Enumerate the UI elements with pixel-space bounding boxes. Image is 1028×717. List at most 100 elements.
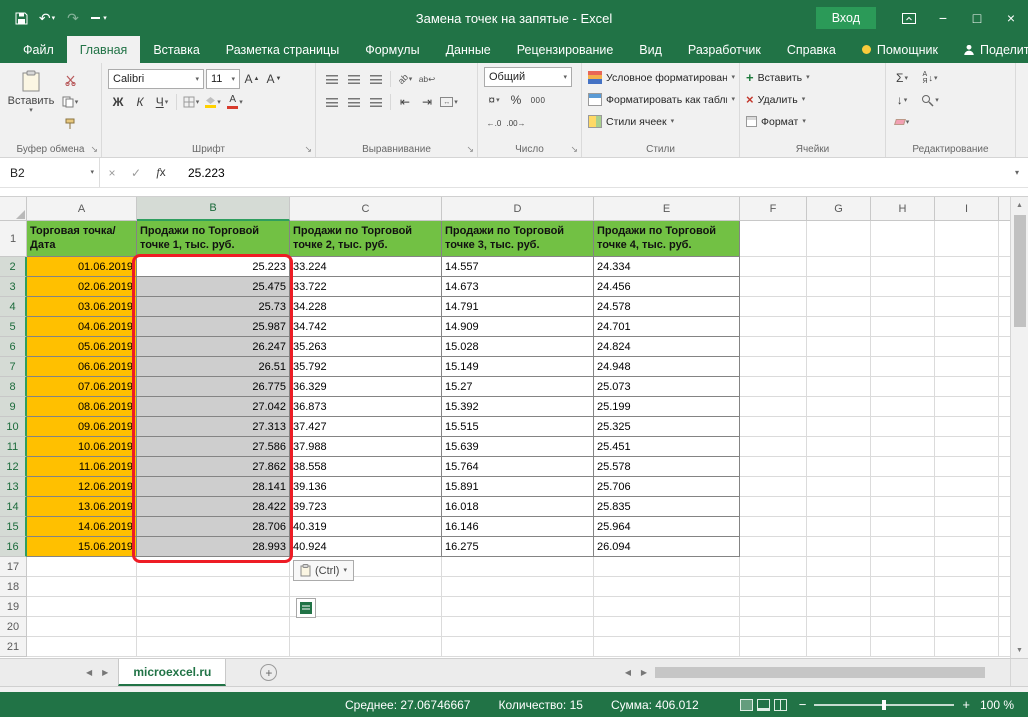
scroll-right-icon[interactable]: ▶ [636,668,652,677]
font-color-button[interactable]: А▾ [225,92,245,112]
cell-C14[interactable]: 39.723 [290,497,442,517]
cell-D9[interactable]: 15.392 [442,397,594,417]
clear-button[interactable]: ▾ [892,112,912,132]
name-box[interactable]: B2 ▾ [0,158,100,187]
insert-cells-button[interactable]: + Вставить ▾ [746,67,881,88]
cell-H6[interactable] [871,337,935,357]
cell-D16[interactable]: 16.275 [442,537,594,557]
cell-G10[interactable] [807,417,871,437]
format-as-table-button[interactable]: Форматировать как таблицу ▾ [588,89,735,110]
align-middle-button[interactable] [344,69,364,89]
row-header-8[interactable]: 8 [0,377,27,397]
cell-D21[interactable] [442,637,594,657]
row-header-12[interactable]: 12 [0,457,27,477]
cell-F8[interactable] [740,377,807,397]
cell-E1[interactable]: Продажи по Торговой точке 4, тыс. руб. [594,221,740,257]
cell-B13[interactable]: 28.141 [137,477,290,497]
cell-F4[interactable] [740,297,807,317]
cell-B18[interactable] [137,577,290,597]
cell-D12[interactable]: 15.764 [442,457,594,477]
currency-format-button[interactable]: ¤▾ [484,90,504,110]
cell-G5[interactable] [807,317,871,337]
cell-F12[interactable] [740,457,807,477]
row-header-14[interactable]: 14 [0,497,27,517]
cell-H19[interactable] [871,597,935,617]
cell-B14[interactable]: 28.422 [137,497,290,517]
cell-H9[interactable] [871,397,935,417]
ribbon-tab-developer[interactable]: Разработчик [675,36,774,63]
cell-C15[interactable]: 40.319 [290,517,442,537]
cell-F11[interactable] [740,437,807,457]
cell-G12[interactable] [807,457,871,477]
sort-filter-button[interactable]: АЯ↓▾ [920,68,940,88]
cell-F18[interactable] [740,577,807,597]
ribbon-tab-view[interactable]: Вид [626,36,675,63]
cell-H3[interactable] [871,277,935,297]
cell-B15[interactable]: 28.706 [137,517,290,537]
cell-E9[interactable]: 25.199 [594,397,740,417]
increase-decimal-button[interactable]: ←.0 [484,113,504,133]
orientation-button[interactable]: ab▾ [395,69,415,89]
cell-F15[interactable] [740,517,807,537]
cell-A10[interactable]: 09.06.2019 [27,417,137,437]
cell-E18[interactable] [594,577,740,597]
cell-E14[interactable]: 25.835 [594,497,740,517]
prev-sheet-icon[interactable]: ◀ [86,668,92,677]
redo-button[interactable]: ↷ [60,5,86,31]
cell-C20[interactable] [290,617,442,637]
cell-I10[interactable] [935,417,999,437]
ribbon-tab-file[interactable]: Файл [10,36,67,63]
row-header-19[interactable]: 19 [0,597,27,617]
cell-G7[interactable] [807,357,871,377]
ribbon-tab-insert[interactable]: Вставка [140,36,212,63]
enter-icon[interactable]: ✓ [124,166,148,180]
cell-E13[interactable]: 25.706 [594,477,740,497]
cell-I6[interactable] [935,337,999,357]
cell-H5[interactable] [871,317,935,337]
select-all-button[interactable] [0,197,27,221]
cell-H15[interactable] [871,517,935,537]
next-sheet-icon[interactable]: ▶ [102,668,108,677]
cell-G19[interactable] [807,597,871,617]
cell-B1[interactable]: Продажи по Торговой точке 1, тыс. руб. [137,221,290,257]
cell-I8[interactable] [935,377,999,397]
ribbon-tab-share[interactable]: Поделиться [951,36,1028,63]
cell-A4[interactable]: 03.06.2019 [27,297,137,317]
cancel-icon[interactable]: × [100,166,124,180]
cell-I19[interactable] [935,597,999,617]
cell-F17[interactable] [740,557,807,577]
cell-D4[interactable]: 14.791 [442,297,594,317]
cell-A1[interactable]: Торговая точка/ Дата [27,221,137,257]
cell-G9[interactable] [807,397,871,417]
cell-G20[interactable] [807,617,871,637]
cell-I11[interactable] [935,437,999,457]
cell-G11[interactable] [807,437,871,457]
undo-button[interactable]: ↶▾ [34,5,60,31]
cell-A2[interactable]: 01.06.2019 [27,257,137,277]
cell-G13[interactable] [807,477,871,497]
cell-H12[interactable] [871,457,935,477]
merge-center-button[interactable]: ↔▾ [439,92,459,112]
cell-C16[interactable]: 40.924 [290,537,442,557]
cell-I7[interactable] [935,357,999,377]
row-header-7[interactable]: 7 [0,357,27,377]
cell-A20[interactable] [27,617,137,637]
scroll-left-icon[interactable]: ◀ [620,668,636,677]
cell-I18[interactable] [935,577,999,597]
maximize-button[interactable]: □ [960,0,994,36]
cell-G18[interactable] [807,577,871,597]
cell-F2[interactable] [740,257,807,277]
cell-H1[interactable] [871,221,935,257]
cell-I16[interactable] [935,537,999,557]
cell-A6[interactable]: 05.06.2019 [27,337,137,357]
ribbon-tab-formulas[interactable]: Формулы [352,36,432,63]
cell-E19[interactable] [594,597,740,617]
decrease-font-button[interactable]: А▼ [264,69,284,89]
cell-F14[interactable] [740,497,807,517]
cell-F6[interactable] [740,337,807,357]
cell-C21[interactable] [290,637,442,657]
cell-F21[interactable] [740,637,807,657]
decrease-decimal-button[interactable]: .00→ [506,113,526,133]
cell-G8[interactable] [807,377,871,397]
horizontal-scrollbar-thumb[interactable] [655,667,985,678]
